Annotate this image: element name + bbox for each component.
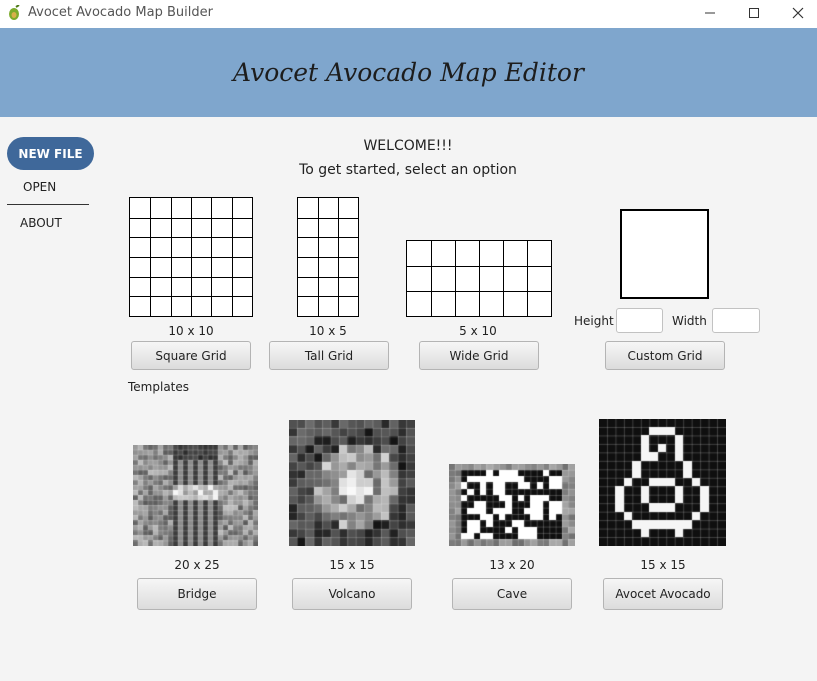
square-grid-size: 10 x 10 <box>168 324 214 338</box>
tall-grid-size: 10 x 5 <box>309 324 347 338</box>
height-input[interactable] <box>616 308 663 333</box>
welcome-subtitle: To get started, select an option <box>299 162 517 178</box>
bridge-template-button[interactable]: Bridge <box>137 578 257 610</box>
custom-grid-preview <box>620 209 709 299</box>
wide-grid-button[interactable]: Wide Grid <box>419 341 539 370</box>
minimize-button[interactable] <box>687 0 733 26</box>
about-link[interactable]: ABOUT <box>20 216 62 230</box>
cave-template-button[interactable]: Cave <box>452 578 572 610</box>
height-label: Height <box>574 314 614 328</box>
wide-grid-preview <box>406 240 552 317</box>
bridge-template-preview[interactable] <box>133 445 258 546</box>
width-label: Width <box>672 314 707 328</box>
sidebar-divider <box>7 204 89 205</box>
header-banner: Avocet Avocado Map Editor <box>0 28 817 117</box>
app-heading: Avocet Avocado Map Editor <box>233 58 584 87</box>
bridge-template-size: 20 x 25 <box>174 558 220 572</box>
maximize-icon <box>749 8 759 18</box>
volcano-template-button[interactable]: Volcano <box>292 578 412 610</box>
avocet-avocado-template-preview[interactable] <box>599 419 726 546</box>
avocado-app-icon <box>9 5 20 20</box>
avocet-avocado-template-size: 15 x 15 <box>640 558 686 572</box>
templates-heading: Templates <box>128 380 190 394</box>
square-grid-button[interactable]: Square Grid <box>131 341 251 370</box>
tall-grid-preview <box>297 197 359 317</box>
welcome-heading: WELCOME!!! <box>363 138 453 154</box>
avocet-avocado-template-button[interactable]: Avocet Avocado <box>603 578 723 610</box>
cave-template-size: 13 x 20 <box>489 558 535 572</box>
new-file-button[interactable]: NEW FILE <box>7 137 94 170</box>
wide-grid-size: 5 x 10 <box>459 324 497 338</box>
minimize-icon <box>705 12 715 14</box>
volcano-template-preview[interactable] <box>289 420 415 546</box>
square-grid-preview <box>129 197 253 317</box>
window-titlebar: Avocet Avocado Map Builder <box>0 0 817 28</box>
window-title: Avocet Avocado Map Builder <box>28 5 213 20</box>
maximize-button[interactable] <box>731 0 777 26</box>
volcano-template-size: 15 x 15 <box>329 558 375 572</box>
width-input[interactable] <box>712 308 760 333</box>
custom-grid-button[interactable]: Custom Grid <box>605 341 725 370</box>
close-icon <box>792 7 804 19</box>
open-link[interactable]: OPEN <box>23 180 56 194</box>
tall-grid-button[interactable]: Tall Grid <box>269 341 389 370</box>
close-button[interactable] <box>775 0 817 26</box>
cave-template-preview[interactable] <box>449 464 575 546</box>
